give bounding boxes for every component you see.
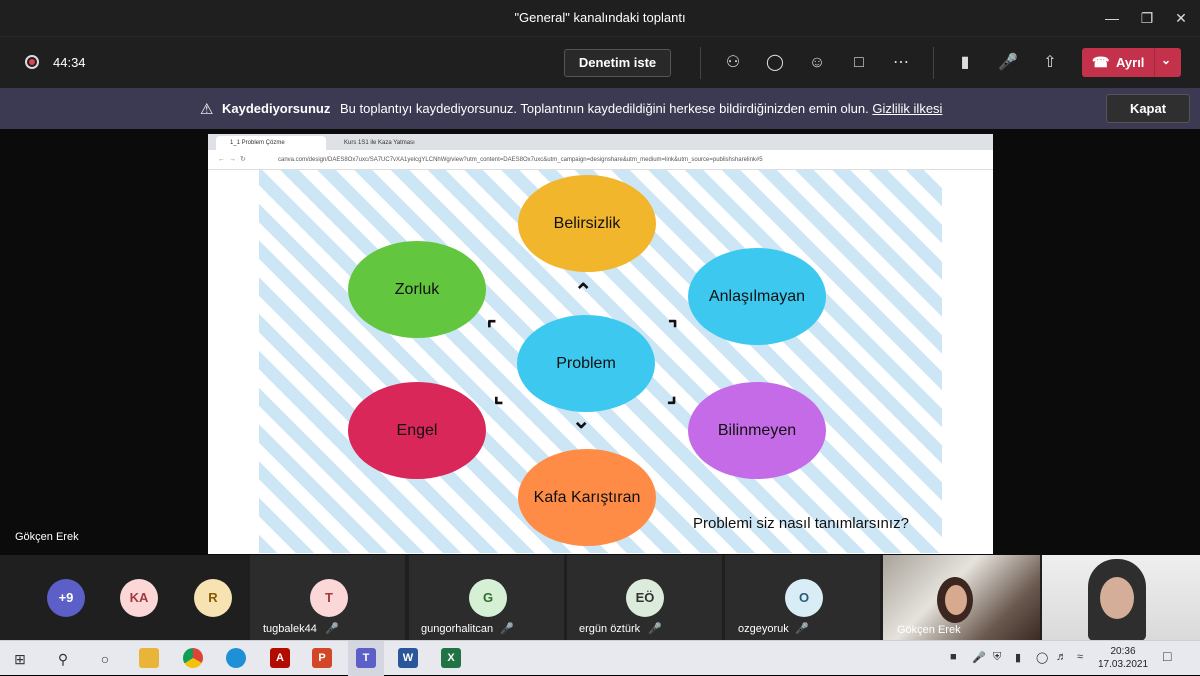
- participants-icon[interactable]: ⚇: [721, 51, 745, 75]
- arrow-up-icon: ⌃: [574, 279, 593, 304]
- hangup-icon: ☎: [1092, 54, 1110, 70]
- window-titlebar: "General" kanalındaki toplantı — ❐ ✕: [0, 0, 1200, 36]
- edge-icon[interactable]: [226, 648, 246, 668]
- mic-off-icon[interactable]: 🎤: [996, 51, 1020, 75]
- toolbar-divider: [933, 47, 934, 79]
- windows-taskbar: ⊞ ⚲ ○ A P T W X ■ 🎤 ⛨ ▮ ◯ ♬ ≈ 20:36 17.0…: [0, 640, 1200, 676]
- browser-urlbar: ←→↻ canva.com/design/DAES8Ox7uxc/SA7UC7v…: [208, 150, 993, 170]
- slide-margin: [942, 170, 993, 554]
- avatar: T: [310, 579, 348, 617]
- more-icon[interactable]: ⋯: [889, 51, 913, 75]
- request-control-button[interactable]: Denetim iste: [564, 49, 671, 77]
- avatar: O: [785, 579, 823, 617]
- battery-tray-icon[interactable]: ▮: [1015, 651, 1021, 664]
- leave-button[interactable]: ☎ Ayrıl ⌄: [1082, 48, 1181, 77]
- browser-tabstrip: 1_1 Problem Çözme Kurs 1S1 ile Kaza Yatm…: [208, 134, 993, 150]
- slide-question: Problemi siz nasıl tanımlarsınız?: [693, 515, 909, 532]
- volume-tray-icon[interactable]: ♬: [1056, 651, 1067, 663]
- banner-text: Bu toplantıyı kaydediyorsunuz. Toplantın…: [339, 101, 869, 116]
- participant-name: ergün öztürk: [579, 623, 641, 635]
- close-banner-button[interactable]: Kapat: [1106, 94, 1190, 123]
- camera-icon[interactable]: ▮: [953, 51, 977, 75]
- powerpoint-icon[interactable]: P: [312, 648, 332, 668]
- ellipse-top: Belirsizlik: [518, 175, 656, 272]
- wifi-tray-icon[interactable]: ≈: [1077, 651, 1083, 663]
- avatar[interactable]: R: [194, 579, 232, 617]
- chat-icon[interactable]: ◯: [763, 51, 787, 75]
- arrow-down-icon: ⌄: [572, 408, 591, 433]
- ellipse-top-left: Zorluk: [348, 241, 486, 338]
- banner-title: Kaydediyorsunuz: [222, 101, 331, 116]
- clock-date: 17.03.2021: [1098, 659, 1149, 670]
- window-title: "General" kanalındaki toplantı: [514, 10, 686, 25]
- video-face: [945, 585, 967, 615]
- meeting-timer: 44:34: [53, 55, 86, 70]
- teams-icon[interactable]: T: [356, 648, 376, 668]
- mic-off-icon: 🎤: [500, 623, 514, 635]
- share-icon[interactable]: ⇧: [1038, 51, 1062, 75]
- notifications-icon[interactable]: □: [1163, 648, 1171, 664]
- video-participant-name: Gökçen Erek: [897, 624, 961, 636]
- participant-name: gungorhalitcan: [421, 623, 494, 635]
- share-tray-icon[interactable]: □: [847, 51, 871, 75]
- avatar[interactable]: KA: [120, 579, 158, 617]
- browser-tab-active[interactable]: 1_1 Problem Çözme: [216, 136, 326, 150]
- search-icon[interactable]: ⚲: [52, 649, 74, 669]
- taskbar-clock[interactable]: 20:36 17.03.2021: [1098, 645, 1148, 671]
- self-video[interactable]: [1042, 555, 1200, 641]
- recording-icon: [25, 55, 39, 69]
- recording-banner: ⚠ Kaydediyorsunuz Bu toplantıyı kaydediy…: [0, 88, 1200, 129]
- chevron-down-icon[interactable]: ⌄: [1161, 53, 1171, 67]
- avatar: EÖ: [626, 579, 664, 617]
- minimize-icon[interactable]: —: [1097, 6, 1127, 30]
- overflow-participants[interactable]: +9: [47, 579, 85, 617]
- mic-off-icon: 🎤: [648, 623, 662, 635]
- participant-video[interactable]: Gökçen Erek: [883, 555, 1040, 640]
- close-icon[interactable]: ✕: [1166, 6, 1196, 30]
- security-tray-icon[interactable]: ⛨: [993, 651, 1001, 664]
- chrome-icon[interactable]: [183, 648, 203, 668]
- acrobat-icon[interactable]: A: [270, 648, 290, 668]
- privacy-link[interactable]: Gizlilik ilkesi: [872, 101, 942, 116]
- ellipse-bottom: Kafa Karıştıran: [518, 449, 656, 546]
- ellipse-bottom-left: Engel: [348, 382, 486, 479]
- participant-name: tugbalek44: [263, 623, 317, 635]
- mic-tray-icon[interactable]: 🎤: [972, 651, 986, 664]
- excel-icon[interactable]: X: [441, 648, 461, 668]
- toolbar-divider: [700, 47, 701, 79]
- teams-tray-icon[interactable]: ■: [950, 651, 957, 663]
- windows-start-icon[interactable]: ⊞: [9, 649, 31, 669]
- clock-time: 20:36: [1110, 646, 1136, 657]
- meeting-toolbar: 44:34 Denetim iste ⚇ ◯ ☺ □ ⋯ ▮ 🎤 ⇧ ☎ Ayr…: [0, 36, 1200, 88]
- video-face: [1100, 577, 1134, 619]
- avatar: G: [469, 579, 507, 617]
- file-explorer-icon[interactable]: [139, 648, 159, 668]
- restore-icon[interactable]: ❐: [1132, 6, 1162, 30]
- browser-tab[interactable]: Kurs 1S1 ile Kaza Yatması: [330, 136, 450, 150]
- participant-name: ozgeyoruk: [738, 623, 789, 635]
- slide-margin: [208, 170, 259, 554]
- leave-divider: [1154, 48, 1155, 77]
- browser-nav-icons[interactable]: ←→↻: [218, 155, 250, 163]
- reactions-icon[interactable]: ☺: [805, 51, 829, 75]
- presenter-name: Gökçen Erek: [15, 531, 79, 543]
- ellipse-center: Problem: [517, 315, 655, 412]
- leave-label: Ayrıl: [1116, 55, 1145, 70]
- ellipse-top-right: Anlaşılmayan: [688, 248, 826, 345]
- warning-icon: ⚠: [200, 101, 214, 118]
- mic-off-icon: 🎤: [795, 623, 809, 635]
- app-tray-icon[interactable]: ◯: [1036, 651, 1048, 664]
- ellipse-bottom-right: Bilinmeyen: [688, 382, 826, 479]
- word-icon[interactable]: W: [398, 648, 418, 668]
- browser-url[interactable]: canva.com/design/DAES8Ox7uxc/SA7UC7vXA1y…: [278, 154, 918, 166]
- banner-message: Kaydediyorsunuz Bu toplantıyı kaydediyor…: [222, 101, 942, 116]
- task-view-icon[interactable]: ○: [94, 649, 116, 669]
- mic-off-icon: 🎤: [325, 623, 339, 635]
